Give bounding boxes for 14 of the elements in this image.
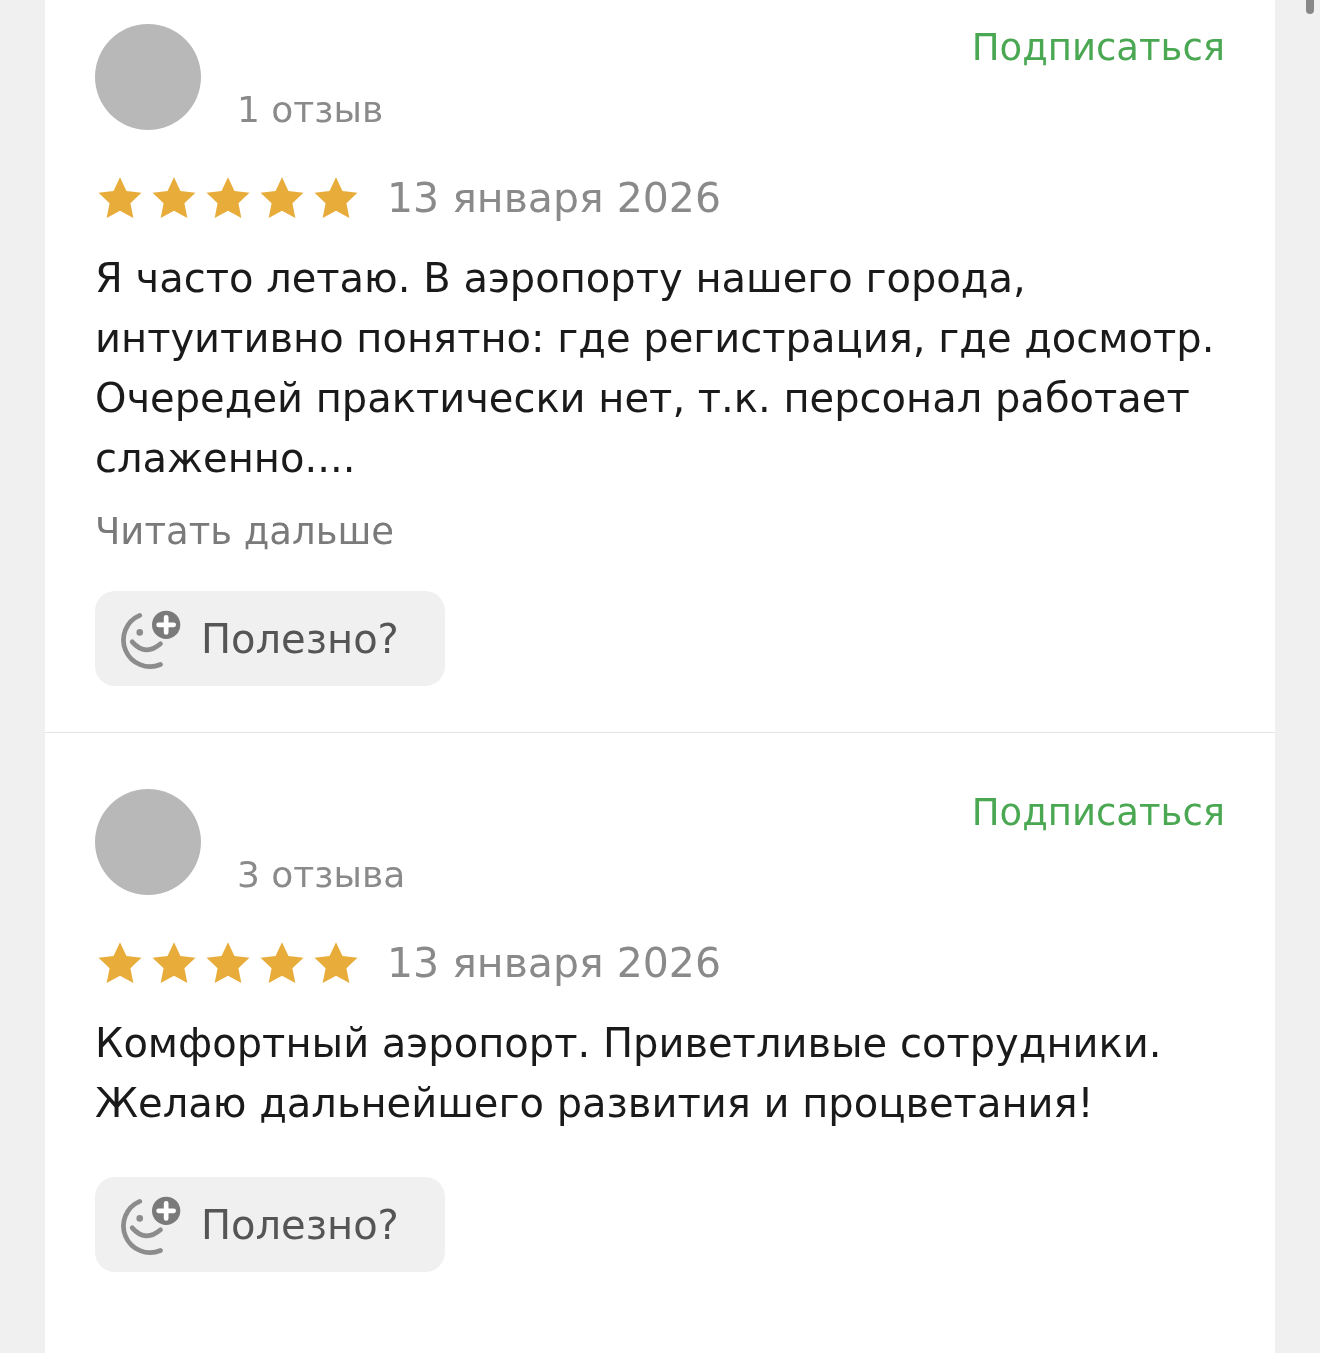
review-date: 13 января 2026 xyxy=(387,939,722,987)
review-date: 13 января 2026 xyxy=(387,174,722,222)
review-text: Комфортный аэропорт. Приветливые сотрудники. Желаю дальнейшего развития и процветания! xyxy=(95,1019,1163,1128)
avatar-icon xyxy=(95,789,201,895)
subscribe-link[interactable]: Подписаться xyxy=(971,26,1225,69)
helpful-button[interactable]: Полезно? xyxy=(95,591,445,686)
review-count: 1 отзыв xyxy=(237,89,385,130)
review-count: 3 отзыва xyxy=(237,854,407,895)
helpful-button[interactable]: Полезно? xyxy=(95,1177,445,1272)
avatar-icon xyxy=(95,24,201,130)
read-more-link[interactable]: Читать дальше xyxy=(95,510,395,553)
review-text: Я часто летаю. В аэропорту нашего города, интуитивно понятно: где регистрация, где досмотр. Очередей практически нет, т.к. персонал работает слаженно.... xyxy=(95,254,1216,483)
scrollbar xyxy=(1306,0,1314,14)
subscribe-link[interactable]: Подписаться xyxy=(971,791,1225,834)
